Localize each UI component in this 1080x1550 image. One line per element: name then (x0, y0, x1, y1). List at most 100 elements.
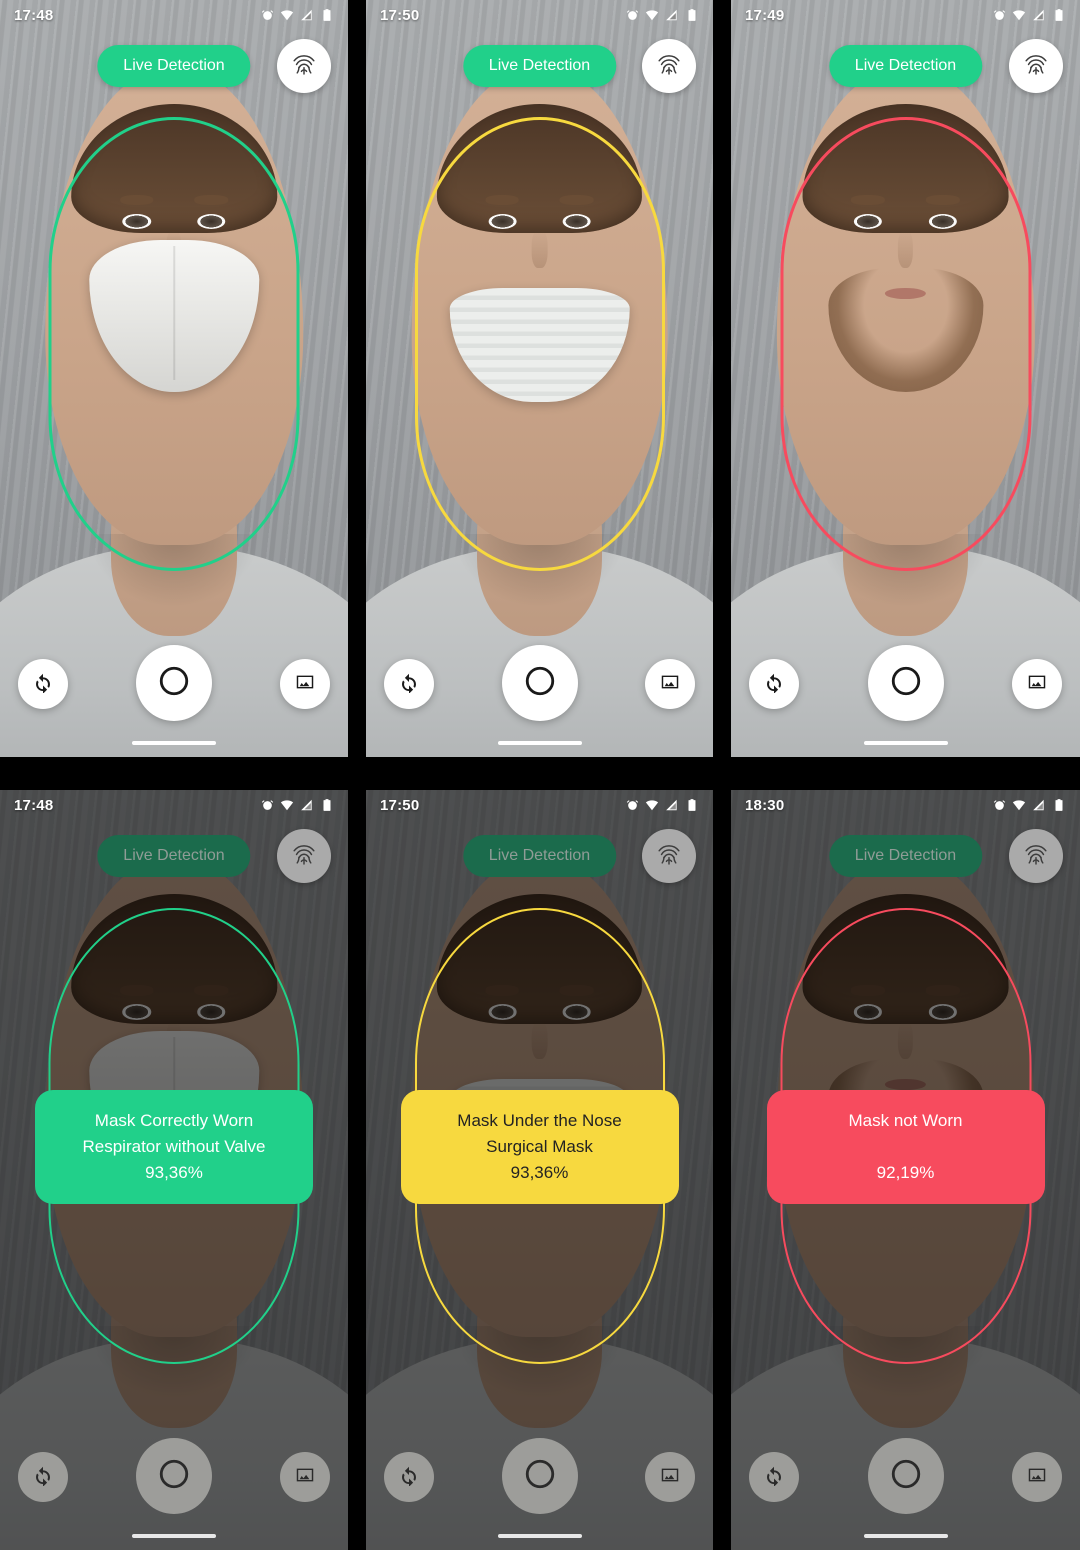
switch-camera-button[interactable] (18, 1452, 68, 1502)
fingerprint-icon (290, 840, 318, 873)
live-detection-button[interactable]: Live Detection (97, 45, 251, 87)
status-icons (626, 8, 699, 22)
live-detection-button[interactable]: Live Detection (828, 45, 983, 87)
camera-controls (366, 1432, 713, 1514)
fingerprint-button[interactable] (277, 829, 331, 883)
fingerprint-icon (655, 50, 683, 83)
status-bar: 17:48 (0, 0, 348, 30)
phone-screen-3: 17:49 Live Detection (731, 0, 1080, 757)
detection-result-card: Mask not Worn 92,19% (766, 1090, 1045, 1204)
flip-camera-icon (32, 1464, 54, 1491)
fingerprint-button[interactable] (1009, 829, 1063, 883)
flip-camera-icon (763, 671, 785, 698)
switch-camera-button[interactable] (18, 659, 68, 709)
gallery-button[interactable] (1012, 659, 1062, 709)
top-bar: Live Detection (366, 38, 713, 94)
top-bar: Live Detection (0, 828, 348, 884)
home-indicator[interactable] (497, 1534, 582, 1538)
shutter-icon (889, 1457, 923, 1496)
alarm-icon (261, 799, 274, 812)
fingerprint-icon (1022, 840, 1050, 873)
battery-icon (1052, 798, 1066, 812)
gallery-icon (1026, 671, 1048, 698)
capture-button[interactable] (867, 1438, 944, 1514)
battery-icon (1052, 8, 1066, 22)
switch-camera-button[interactable] (384, 659, 434, 709)
capture-button[interactable] (501, 645, 578, 721)
wifi-icon (280, 8, 294, 22)
wifi-icon (645, 798, 659, 812)
result-title: Mask Under the Nose (457, 1111, 622, 1130)
alarm-icon (626, 9, 639, 22)
hair (70, 103, 277, 233)
eye-right (928, 213, 958, 229)
gallery-button[interactable] (280, 1452, 330, 1502)
live-detection-button[interactable]: Live Detection (828, 835, 983, 877)
switch-camera-button[interactable] (749, 659, 799, 709)
capture-button[interactable] (136, 1438, 212, 1514)
gallery-button[interactable] (1012, 1452, 1062, 1502)
result-confidence: 92,19% (876, 1163, 935, 1182)
fingerprint-button[interactable] (642, 829, 696, 883)
camera-controls (0, 1432, 348, 1514)
live-detection-button[interactable]: Live Detection (462, 45, 617, 87)
eyebrow-left (851, 194, 885, 205)
capture-button[interactable] (867, 645, 944, 721)
alarm-icon (993, 799, 1006, 812)
gallery-icon (294, 1464, 316, 1491)
gallery-button[interactable] (645, 1452, 695, 1502)
fingerprint-button[interactable] (277, 39, 331, 93)
gallery-button[interactable] (645, 659, 695, 709)
status-clock: 17:49 (745, 6, 785, 24)
collar-shadow (76, 533, 272, 617)
eyebrow-right (926, 194, 960, 205)
result-title: Mask Correctly Worn (94, 1111, 254, 1130)
result-detail: Surgical Mask (486, 1137, 593, 1156)
fingerprint-button[interactable] (1009, 39, 1063, 93)
capture-button[interactable] (501, 1438, 578, 1514)
flip-camera-icon (763, 1464, 785, 1491)
result-confidence: 93,36% (510, 1163, 569, 1182)
nose (897, 230, 914, 269)
home-indicator[interactable] (863, 1534, 948, 1538)
status-icons (626, 798, 699, 812)
shutter-icon (523, 1457, 557, 1496)
result-confidence: 93,36% (145, 1163, 203, 1182)
gallery-button[interactable] (280, 659, 330, 709)
switch-camera-button[interactable] (749, 1452, 799, 1502)
battery-icon (685, 798, 699, 812)
home-indicator[interactable] (497, 741, 582, 745)
top-bar: Live Detection (0, 38, 348, 94)
gallery-icon (659, 1464, 681, 1491)
wifi-icon (1012, 8, 1026, 22)
eye-left (488, 213, 517, 229)
battery-icon (685, 8, 699, 22)
switch-camera-button[interactable] (384, 1452, 434, 1502)
respirator-mask (89, 239, 259, 393)
surgical-mask (449, 287, 630, 402)
phone-screen-1: 17:48 Live Detection (0, 0, 348, 757)
live-detection-button[interactable]: Live Detection (97, 835, 251, 877)
phone-screen-6: 18:30 Live Detection Mask not Worn 92,19… (731, 790, 1080, 1550)
home-indicator[interactable] (863, 741, 948, 745)
status-icons (261, 8, 334, 22)
status-clock: 18:30 (745, 796, 785, 814)
gallery-icon (1026, 1464, 1048, 1491)
face (45, 68, 303, 546)
home-indicator[interactable] (132, 741, 216, 745)
result-title: Mask not Worn (848, 1111, 963, 1130)
eye-right (197, 213, 226, 229)
fingerprint-button[interactable] (642, 39, 696, 93)
battery-icon (320, 8, 334, 22)
shutter-icon (157, 664, 191, 703)
result-detail: Respirator without Valve (82, 1137, 266, 1156)
signal-icon (1032, 798, 1046, 812)
alarm-icon (261, 9, 274, 22)
eyebrow-right (560, 194, 594, 205)
live-detection-button[interactable]: Live Detection (462, 835, 617, 877)
camera-controls (0, 639, 348, 721)
home-indicator[interactable] (132, 1534, 216, 1538)
signal-icon (300, 798, 314, 812)
capture-button[interactable] (136, 645, 212, 721)
camera-controls (366, 639, 713, 721)
